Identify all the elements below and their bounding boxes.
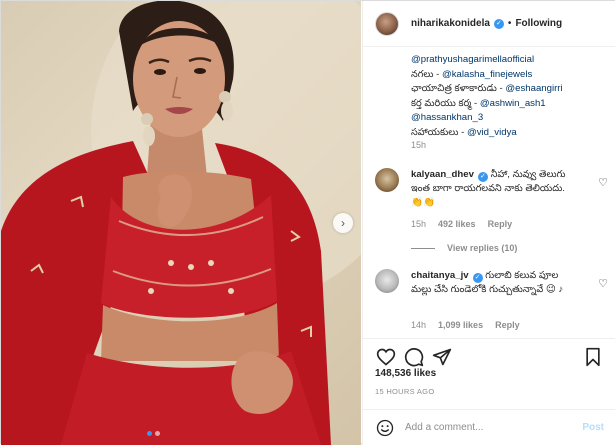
comment-like-icon[interactable]: ♡ — [598, 277, 608, 290]
chevron-right-icon: › — [341, 216, 345, 230]
caption-mention[interactable]: @vid_vidya — [467, 127, 517, 138]
caption-text: కర్త మరియు కర్మ - — [411, 97, 480, 109]
post-sidebar: niharikakonidela ✓ • Following @prathyus… — [362, 1, 615, 445]
post-age[interactable]: 15 HOURS AGO — [375, 387, 434, 396]
caption-mention[interactable]: @prathyushagarimellaofficial — [411, 54, 534, 65]
carousel-dot — [155, 431, 160, 436]
comment-time[interactable]: 14h — [411, 320, 426, 330]
caption-line: కర్త మరియు కర్మ - @ashwin_ash1 — [411, 97, 607, 112]
caption-text: నగలు - — [411, 68, 442, 80]
comment-username[interactable]: chaitanya_jv — [411, 270, 469, 281]
likes-count[interactable]: 148,536 likes — [375, 368, 436, 379]
post-header: niharikakonidela ✓ • Following — [363, 1, 615, 47]
comment-likes[interactable]: 1,099 likes — [438, 320, 483, 330]
comment-time[interactable]: 15h — [411, 219, 426, 229]
verified-badge-icon: ✓ — [472, 273, 483, 283]
caption-text: సహాయకులు - — [411, 126, 467, 138]
caption-line: ఛాయాచిత్ర కళాకారుడు - @eshaangirri — [411, 82, 607, 97]
emoji-button[interactable] — [375, 418, 395, 438]
caption-text: ఛాయాచిత్ర కళాకారుడు - — [411, 83, 506, 94]
view-replies-button[interactable]: View replies (10) — [411, 243, 517, 253]
carousel-dots — [147, 431, 160, 436]
post-caption: @prathyushagarimellaofficial నగలు - @kal… — [411, 53, 607, 140]
comment-button[interactable] — [403, 346, 425, 368]
bookmark-icon — [586, 347, 600, 366]
caption-mention[interactable]: @eshaangirri — [505, 83, 562, 94]
heart-icon — [376, 348, 396, 366]
post-comment-button[interactable]: Post — [582, 422, 604, 433]
carousel-dot — [147, 431, 152, 436]
avatar[interactable] — [375, 168, 399, 192]
save-button[interactable] — [582, 346, 604, 368]
avatar[interactable] — [375, 11, 399, 36]
like-button[interactable] — [375, 346, 397, 368]
view-replies-label: View replies (10) — [447, 243, 518, 253]
comment-bubble-icon — [404, 347, 424, 366]
share-button[interactable] — [431, 346, 453, 368]
reply-button[interactable]: Reply — [488, 219, 513, 229]
photo-illustration — [1, 1, 361, 445]
comment-body: kalyaan_dhev ✓ నీహా, నువ్వు తెలుగు ఇంత బా… — [411, 168, 577, 210]
post-photo[interactable]: › — [1, 1, 361, 445]
post-username[interactable]: niharikakonidela — [411, 18, 490, 29]
smiley-icon — [376, 419, 394, 436]
comment-body: chaitanya_jv ✓ గులాబి కలువ పూల మల్లు చేసి… — [411, 269, 577, 297]
following-button[interactable]: Following — [515, 18, 562, 29]
paper-plane-icon — [432, 348, 452, 365]
verified-badge-icon: ✓ — [493, 18, 504, 29]
verified-badge-icon: ✓ — [477, 172, 488, 182]
caption-timestamp[interactable]: 15h — [411, 140, 426, 150]
comment-meta: 14h 1,099 likes Reply — [411, 320, 520, 330]
caption-line: నగలు - @kalasha_finejewels — [411, 68, 607, 83]
add-comment-bar: Post — [363, 409, 615, 445]
comment-username[interactable]: kalyaan_dhev — [411, 169, 474, 180]
header-separator: • — [507, 18, 512, 29]
avatar[interactable] — [375, 269, 399, 293]
post-modal: › niharikakonidela ✓ • Following @prathy… — [0, 0, 615, 445]
caption-line: సహాయకులు - @vid_vidya — [411, 126, 607, 141]
comment-meta: 15h 492 likes Reply — [411, 219, 512, 229]
caption-mention[interactable]: @ashwin_ash1 — [480, 98, 546, 109]
reply-button[interactable]: Reply — [495, 320, 520, 330]
comments-list[interactable]: @prathyushagarimellaofficial నగలు - @kal… — [363, 47, 615, 338]
caption-line: @prathyushagarimellaofficial — [411, 53, 607, 68]
comment-input[interactable] — [405, 422, 583, 433]
caption-mention[interactable]: @kalasha_finejewels — [442, 69, 532, 80]
caption-mention[interactable]: @hassankhan_3 — [411, 112, 483, 123]
comment-like-icon[interactable]: ♡ — [598, 176, 608, 189]
comment-likes[interactable]: 492 likes — [438, 219, 476, 229]
caption-line: @hassankhan_3 — [411, 111, 607, 126]
divider — [411, 247, 435, 249]
carousel-next-button[interactable]: › — [333, 213, 353, 233]
